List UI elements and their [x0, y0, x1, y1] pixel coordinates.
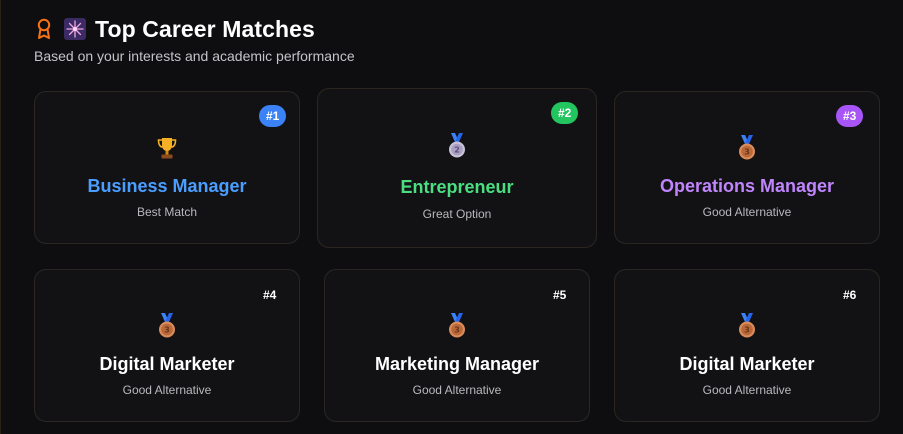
silver-medal-icon: 2	[449, 133, 465, 158]
career-name: Digital Marketer	[99, 354, 235, 374]
svg-text:3: 3	[164, 326, 170, 335]
rank-label: #6	[843, 288, 857, 302]
page-subtitle: Based on your interests and academic per…	[34, 48, 355, 64]
career-card-1[interactable]: #1 Business Manager Best Match	[34, 91, 300, 244]
career-card-6[interactable]: #6 3 Digital Marketer Good Alternative	[614, 269, 880, 422]
rank-label: #4	[263, 288, 277, 302]
trophy-icon	[157, 138, 177, 159]
match-label: Good Alternative	[702, 383, 792, 397]
career-name: Business Manager	[87, 176, 247, 196]
match-label: Good Alternative	[412, 383, 502, 397]
bronze-medal-icon: 3	[449, 313, 465, 338]
career-name: Digital Marketer	[679, 354, 815, 374]
title-row: Top Career Matches	[34, 14, 355, 44]
career-name: Marketing Manager	[374, 354, 540, 374]
svg-text:3: 3	[454, 326, 460, 335]
bronze-medal-icon: 3	[739, 135, 755, 160]
rank-badge: #3	[836, 105, 864, 127]
page-title: Top Career Matches	[95, 15, 315, 42]
match-label: Good Alternative	[702, 205, 792, 219]
rank-badge: #2	[551, 102, 579, 124]
firework-icon	[64, 18, 86, 40]
match-label: Great Option	[422, 207, 492, 221]
career-card-3[interactable]: #3 3 Operations Manager Good Alternative	[614, 91, 880, 244]
career-card-5[interactable]: #5 3 Marketing Manager Good Alternative	[324, 269, 590, 422]
career-card-2[interactable]: #2 2 Entrepreneur Great Option	[317, 88, 597, 248]
section-header: Top Career Matches Based on your interes…	[34, 14, 355, 65]
career-name: Entrepreneur	[400, 177, 514, 197]
match-label: Good Alternative	[122, 383, 212, 397]
bronze-medal-icon: 3	[159, 313, 175, 338]
career-card-4[interactable]: #4 3 Digital Marketer Good Alternative	[34, 269, 300, 422]
svg-text:3: 3	[744, 148, 750, 157]
svg-text:2: 2	[454, 146, 460, 155]
career-name: Operations Manager	[659, 176, 835, 196]
career-matches-panel: Top Career Matches Based on your interes…	[0, 0, 903, 434]
svg-text:3: 3	[744, 326, 750, 335]
ribbon-award-icon	[37, 18, 51, 39]
rank-label: #5	[553, 288, 567, 302]
rank-badge: #1	[259, 105, 287, 127]
match-label: Best Match	[136, 205, 198, 219]
bronze-medal-icon: 3	[739, 313, 755, 338]
